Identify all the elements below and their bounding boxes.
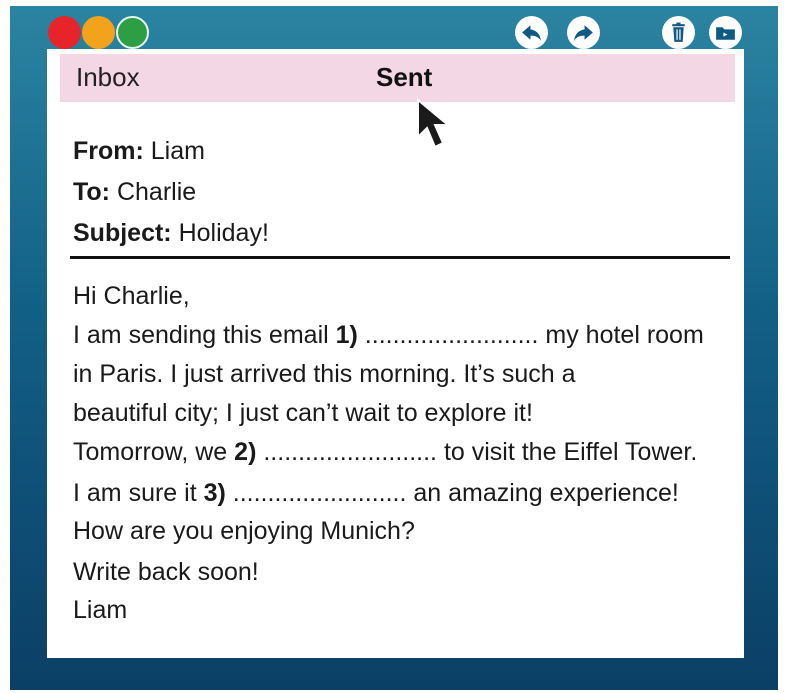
message-panel: Inbox Sent From: Liam To: Charlie Subjec… bbox=[47, 49, 744, 658]
subject-field: Subject: Holiday! bbox=[73, 219, 269, 248]
move-to-folder-button[interactable] bbox=[709, 16, 742, 49]
email-body-line: Write back soon! bbox=[73, 558, 259, 586]
to-label: To: bbox=[73, 178, 111, 206]
reply-icon bbox=[522, 25, 541, 41]
folder-icon bbox=[716, 27, 735, 40]
email-body-line: I am sure it 3) ........................… bbox=[73, 479, 679, 507]
delete-button[interactable] bbox=[662, 16, 695, 49]
from-value: Liam bbox=[150, 137, 205, 165]
email-body-line: How are you enjoying Munich? bbox=[73, 517, 415, 545]
from-field: From: Liam bbox=[73, 137, 205, 166]
email-body-line: beautiful city; I just can’t wait to exp… bbox=[73, 399, 533, 427]
header-divider bbox=[70, 256, 730, 259]
email-window: Inbox Sent From: Liam To: Charlie Subjec… bbox=[10, 6, 778, 690]
to-field: To: Charlie bbox=[73, 178, 196, 207]
forward-button[interactable] bbox=[567, 16, 600, 49]
gap-number-3: 3) bbox=[203, 479, 226, 507]
email-greeting: Hi Charlie, bbox=[73, 282, 190, 310]
email-body-line: I am sending this email 1) .............… bbox=[73, 321, 704, 349]
email-body-line: in Paris. I just arrived this morning. I… bbox=[73, 360, 576, 388]
tab-sent[interactable]: Sent bbox=[376, 62, 432, 93]
from-label: From: bbox=[73, 137, 144, 165]
folder-tab-bar: Inbox Sent bbox=[60, 54, 735, 102]
forward-icon bbox=[574, 25, 593, 41]
reply-button[interactable] bbox=[515, 16, 548, 49]
subject-label: Subject: bbox=[73, 219, 172, 247]
close-window-button[interactable] bbox=[48, 16, 81, 49]
mouse-pointer-icon bbox=[417, 97, 451, 149]
email-signature: Liam bbox=[73, 596, 128, 624]
gap-number-2: 2) bbox=[234, 438, 257, 466]
minimize-window-button[interactable] bbox=[82, 16, 115, 49]
gap-number-1: 1) bbox=[335, 321, 358, 349]
subject-value: Holiday! bbox=[178, 219, 269, 247]
to-value: Charlie bbox=[116, 178, 197, 206]
trash-icon bbox=[672, 22, 685, 42]
email-body-line: Tomorrow, we 2) ........................… bbox=[73, 438, 698, 466]
tab-inbox[interactable]: Inbox bbox=[76, 62, 140, 93]
maximize-window-button[interactable] bbox=[116, 16, 149, 49]
